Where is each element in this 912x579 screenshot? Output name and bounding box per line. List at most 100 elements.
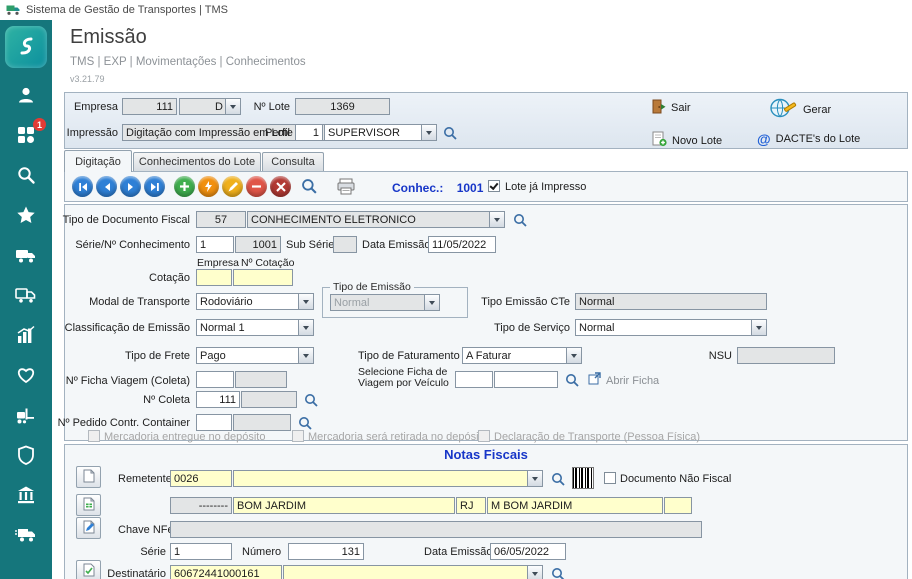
tipo-documento-code-field: 57 bbox=[196, 211, 246, 228]
selecione-ficha-lookup-button[interactable] bbox=[563, 371, 581, 389]
sidebar-item-expedicao[interactable] bbox=[0, 516, 52, 556]
tab-conhecimentos-do-lote[interactable]: Conhecimentos do Lote bbox=[133, 152, 261, 171]
num-coleta-field[interactable]: 111 bbox=[196, 391, 240, 408]
cancel-record-button[interactable] bbox=[270, 176, 291, 197]
nota-data-emissao-value: 06/05/2022 bbox=[494, 546, 549, 558]
cotacao-empresa-field[interactable] bbox=[196, 269, 232, 286]
tipo-emissao-value: Normal bbox=[334, 297, 369, 309]
mercadoria-entregue-label: Mercadoria entregue no depósito bbox=[104, 431, 265, 443]
ficha-viagem-numero-field bbox=[235, 371, 287, 388]
app-window: Sistema de Gestão de Transportes | TMS 1 bbox=[0, 0, 912, 579]
nota-serie-field[interactable]: 1 bbox=[170, 543, 232, 560]
chevron-down-icon[interactable] bbox=[527, 470, 543, 487]
cotacao-label: Cotação bbox=[100, 272, 190, 284]
selecione-ficha-numero-field[interactable] bbox=[494, 371, 558, 388]
modal-transporte-label: Modal de Transporte bbox=[40, 296, 190, 308]
breadcrumb: TMS | EXP | Movimentações | Conhecimento… bbox=[70, 56, 306, 68]
first-record-button[interactable] bbox=[72, 176, 93, 197]
delete-record-button[interactable] bbox=[246, 176, 267, 197]
sidebar-item-armazem[interactable] bbox=[0, 396, 52, 436]
nota-data-emissao-field[interactable]: 06/05/2022 bbox=[490, 543, 566, 560]
editar-nota-button[interactable] bbox=[76, 517, 101, 539]
modal-transporte-select[interactable]: Rodoviário bbox=[196, 293, 314, 310]
remetente-code-field[interactable]: 0026 bbox=[170, 470, 232, 487]
chevron-down-icon[interactable] bbox=[298, 293, 314, 310]
tipo-documento-label: Tipo de Documento Fiscal bbox=[40, 214, 190, 226]
tipo-documento-lookup-button[interactable] bbox=[511, 211, 529, 229]
nsu-field bbox=[737, 347, 835, 364]
documento-nao-fiscal-checkbox[interactable] bbox=[604, 472, 616, 484]
chevron-down-icon bbox=[489, 211, 505, 228]
tab-consulta[interactable]: Consulta bbox=[262, 152, 324, 171]
num-coleta-lookup-button[interactable] bbox=[302, 391, 320, 409]
destinatario-lookup-button[interactable] bbox=[549, 565, 567, 579]
edit-record-button[interactable] bbox=[222, 176, 243, 197]
sidebar-item-user[interactable] bbox=[0, 76, 52, 116]
tipo-emissao-select: Normal bbox=[330, 294, 440, 311]
importar-notas-button[interactable] bbox=[76, 494, 101, 516]
cotacao-numero-field[interactable] bbox=[233, 269, 293, 286]
chevron-down-icon[interactable] bbox=[566, 347, 582, 364]
tipo-documento-value: CONHECIMENTO ELETRONICO bbox=[251, 214, 416, 226]
chevron-down-icon[interactable] bbox=[225, 98, 241, 115]
serie-field[interactable]: 1 bbox=[196, 236, 234, 253]
at-icon: @ bbox=[757, 131, 771, 147]
tipo-faturamento-select[interactable]: A Faturar bbox=[462, 347, 582, 364]
selecione-ficha-empresa-field[interactable] bbox=[455, 371, 493, 388]
remetente-select[interactable] bbox=[233, 470, 543, 487]
sidebar-item-financeiro[interactable] bbox=[0, 476, 52, 516]
next-record-button[interactable] bbox=[120, 176, 141, 197]
remetente-lookup-button[interactable] bbox=[549, 470, 567, 488]
abrir-ficha-button[interactable] bbox=[588, 372, 601, 388]
barcode-icon[interactable] bbox=[572, 467, 594, 489]
remetente-municipio-value: M BOM JARDIM bbox=[491, 500, 572, 512]
remetente-cidade-field: BOM JARDIM bbox=[233, 497, 455, 514]
tab-digitacao[interactable]: Digitação bbox=[64, 150, 132, 172]
previous-record-button[interactable] bbox=[96, 176, 117, 197]
perfil-code-field[interactable]: 1 bbox=[295, 124, 323, 141]
chevron-down-icon[interactable] bbox=[298, 347, 314, 364]
gerar-button[interactable]: Gerar bbox=[768, 97, 831, 122]
page-title: Emissão bbox=[70, 26, 147, 49]
nova-nota-button[interactable] bbox=[76, 466, 101, 488]
classificacao-emissao-select[interactable]: Normal 1 bbox=[196, 319, 314, 336]
tipo-frete-label: Tipo de Frete bbox=[40, 350, 190, 362]
print-button[interactable] bbox=[336, 178, 356, 198]
serie-value: 1 bbox=[200, 239, 206, 251]
ficha-viagem-empresa-field[interactable] bbox=[196, 371, 234, 388]
nota-numero-field[interactable]: 131 bbox=[288, 543, 364, 560]
last-record-button[interactable] bbox=[144, 176, 165, 197]
toolbar-search-button[interactable] bbox=[300, 177, 318, 195]
chevron-down-icon[interactable] bbox=[298, 319, 314, 336]
lote-ja-impresso-checkbox[interactable] bbox=[488, 180, 500, 192]
process-record-button[interactable] bbox=[198, 176, 219, 197]
tipo-frete-select[interactable]: Pago bbox=[196, 347, 314, 364]
destinatario-code-field[interactable]: 60672441000161 bbox=[170, 565, 282, 579]
tab-digitacao-label: Digitação bbox=[75, 156, 121, 168]
sidebar-item-modules[interactable]: 1 bbox=[0, 116, 52, 156]
modal-transporte-value: Rodoviário bbox=[200, 296, 253, 308]
window-title: Sistema de Gestão de Transportes | TMS bbox=[26, 4, 228, 16]
documento-nao-fiscal-label: Documento Não Fiscal bbox=[620, 473, 731, 485]
novo-lote-button[interactable]: Novo Lote bbox=[652, 131, 722, 150]
sidebar-item-search[interactable] bbox=[0, 156, 52, 196]
dacte-button[interactable]: @ DACTE's do Lote bbox=[757, 131, 860, 147]
sidebar-item-seguranca[interactable] bbox=[0, 436, 52, 476]
tipo-servico-select[interactable]: Normal bbox=[575, 319, 767, 336]
document-check-icon bbox=[83, 563, 95, 579]
chevron-down-icon[interactable] bbox=[527, 565, 543, 579]
sair-button[interactable]: Sair bbox=[652, 99, 691, 117]
data-emissao-field[interactable]: 11/05/2022 bbox=[428, 236, 496, 253]
perfil-select[interactable]: SUPERVISOR bbox=[324, 124, 437, 141]
destinatario-select[interactable] bbox=[283, 565, 543, 579]
chevron-down-icon[interactable] bbox=[421, 124, 437, 141]
add-record-button[interactable] bbox=[174, 176, 195, 197]
remetente-municipio-field: M BOM JARDIM bbox=[487, 497, 663, 514]
chevron-down-icon[interactable] bbox=[751, 319, 767, 336]
tipo-emissao-cte-value: Normal bbox=[579, 296, 614, 308]
perfil-lookup-button[interactable] bbox=[441, 124, 459, 142]
shield-icon bbox=[16, 445, 36, 468]
pedido-container-field[interactable] bbox=[196, 414, 232, 431]
remetente-cidade-value: BOM JARDIM bbox=[237, 500, 306, 512]
confirmar-nota-button[interactable] bbox=[76, 560, 101, 579]
